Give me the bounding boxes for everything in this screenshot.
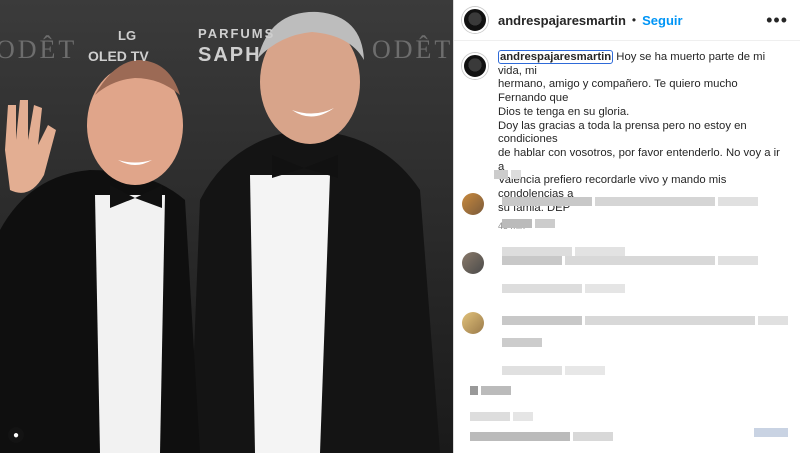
photo-scene [0,0,453,453]
avatar[interactable] [462,7,488,33]
post-sidebar: andrespajaresmartin • Seguir ••• andresp… [453,0,800,453]
instagram-post-window: ODÊT LG OLED TV PARFUMS SAPH ODÊT ● andr… [0,0,800,453]
username-link[interactable]: andrespajaresmartin [498,13,626,28]
list-item [494,170,524,179]
avatar[interactable] [462,193,484,215]
caption-text: Doy las gracias a toda la prensa pero no… [498,119,747,146]
backdrop-text: PARFUMS [198,26,276,41]
list-item [470,382,536,426]
backdrop-text: SAPH [198,44,262,66]
post-header: andrespajaresmartin • Seguir ••• [454,0,800,41]
list-item[interactable] [462,193,761,261]
list-item [470,428,616,446]
backdrop-text: ODÊT [372,35,453,64]
list-item[interactable] [462,252,761,298]
list-item[interactable] [462,312,791,380]
backdrop-text: ODÊT [0,35,78,64]
post-photo[interactable]: ODÊT LG OLED TV PARFUMS SAPH ODÊT ● [0,0,453,453]
user-tag-icon[interactable]: ● [8,427,24,443]
caption-username-link[interactable]: andrespajaresmartin [498,50,614,64]
avatar[interactable] [462,312,484,334]
avatar[interactable] [462,252,484,274]
backdrop-text: LG [118,28,137,43]
caption-text: de hablar con vosotros, por favor entend… [498,146,780,173]
more-options-icon[interactable]: ••• [766,10,788,31]
follow-button[interactable]: Seguir [642,13,682,28]
separator-dot: • [631,13,637,27]
caption-text: hermano, amigo y compañero. Te quiero mu… [498,78,738,105]
backdrop-text: OLED TV [88,48,149,64]
list-item [754,428,791,437]
avatar[interactable] [462,53,488,79]
caption-text: Dios te tenga en su gloria. [498,105,630,118]
